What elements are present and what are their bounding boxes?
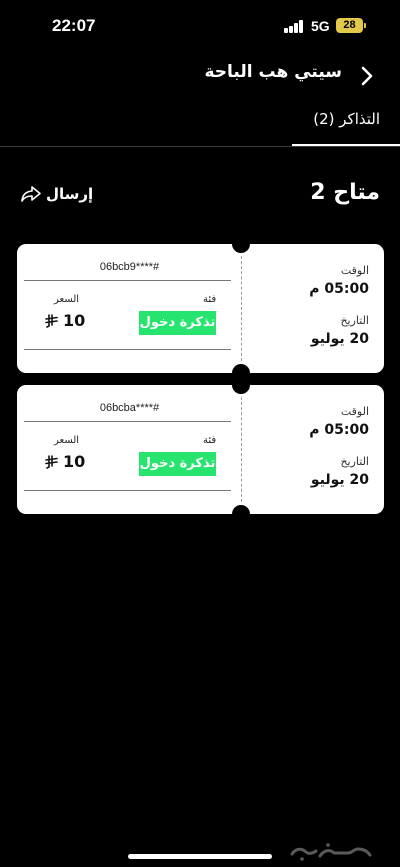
ticket-notch [232, 505, 250, 523]
ticket-card[interactable]: الوقت 05:00 م التاريخ 20 يوليو 06bcba***… [17, 376, 384, 523]
header-divider [0, 146, 400, 147]
date-field: التاريخ 20 يوليو [311, 455, 369, 488]
price-value: 10 [63, 452, 86, 471]
time-field: الوقت 05:00 م [309, 264, 369, 297]
time-label: الوقت [340, 405, 369, 418]
send-label: إرسال [46, 185, 94, 203]
send-button[interactable]: إرسال [20, 185, 93, 203]
price-label: السعر [54, 294, 80, 305]
page-title: سيتي هب الباحة [204, 62, 342, 82]
date-label: التاريخ [340, 314, 369, 327]
home-indicator[interactable] [128, 854, 272, 859]
signal-icon [284, 20, 304, 33]
time-field: الوقت 05:00 م [309, 405, 369, 438]
price-label: السعر [54, 435, 80, 446]
category-label: فئة [203, 435, 217, 446]
ticket-rule [24, 490, 231, 491]
battery-icon: 28 [336, 18, 363, 33]
ticket-id: 06bcb9****# [99, 261, 160, 273]
price: 10 [45, 452, 85, 471]
haraj-watermark-logo [290, 843, 372, 861]
ticket-notch [232, 376, 250, 394]
battery-tip [364, 23, 366, 28]
status-time: 22:07 [52, 16, 96, 35]
category-badge: تذكرة دخول [139, 311, 216, 335]
date-field: التاريخ 20 يوليو [311, 314, 369, 347]
riyal-icon [45, 454, 58, 469]
price: 10 [45, 311, 85, 330]
back-button[interactable] [354, 64, 378, 88]
riyal-icon [45, 313, 58, 328]
ticket-id: 06bcba****# [99, 402, 160, 414]
time-label: الوقت [340, 264, 369, 277]
category-label: فئة [203, 294, 217, 305]
status-bar: 22:07 5G 28 [0, 0, 400, 54]
ticket-rule [24, 349, 231, 350]
date-value: 20 يوليو [310, 472, 369, 488]
category-badge: تذكرة دخول [139, 452, 216, 476]
time-value: 05:00 م [309, 422, 369, 438]
ticket-rule [24, 280, 231, 281]
date-label: التاريخ [340, 455, 369, 468]
chevron-right-icon [361, 66, 373, 86]
network-type: 5G [311, 18, 330, 34]
date-value: 20 يوليو [310, 331, 369, 347]
time-value: 05:00 م [309, 281, 369, 297]
ticket-card[interactable]: الوقت 05:00 م التاريخ 20 يوليو 06bcb9***… [17, 235, 384, 382]
price-value: 10 [63, 311, 86, 330]
available-count: متاح 2 [310, 180, 380, 205]
ticket-screen: 22:07 5G 28 سيتي هب الباحة التذاكر (2) م… [0, 0, 400, 867]
share-arrow-icon [21, 186, 41, 202]
ticket-notch [232, 235, 250, 253]
tab-tickets[interactable]: التذاكر (2) [313, 110, 380, 128]
ticket-rule [24, 421, 231, 422]
